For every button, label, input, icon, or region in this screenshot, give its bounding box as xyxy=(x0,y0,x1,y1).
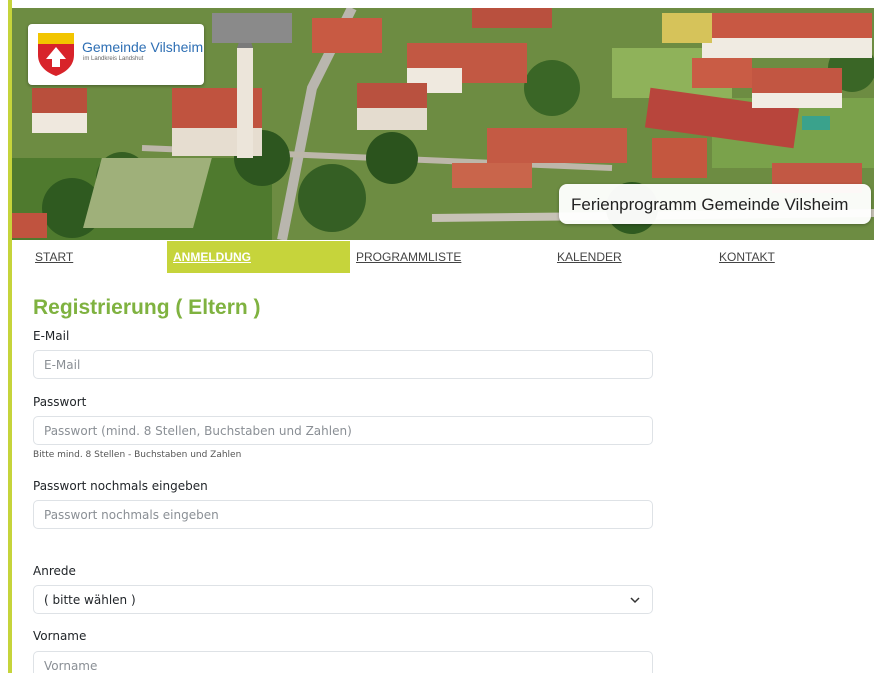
password-repeat-label: Passwort nochmals eingeben xyxy=(33,479,208,493)
firstname-input[interactable] xyxy=(33,651,653,673)
nav-item-start[interactable]: START xyxy=(35,241,73,273)
nav-item-programmliste[interactable]: PROGRAMMLISTE xyxy=(356,241,461,273)
logo-subtitle: im Landkreis Landshut xyxy=(83,56,144,62)
email-label: E-Mail xyxy=(33,329,70,343)
main-navigation: START ANMELDUNG PROGRAMMLISTE KALENDER K… xyxy=(12,241,874,273)
password-hint: Bitte mind. 8 Stellen - Buchstaben und Z… xyxy=(33,450,242,460)
banner-title: Ferienprogramm Gemeinde Vilsheim xyxy=(571,195,849,214)
nav-item-anmeldung[interactable]: ANMELDUNG xyxy=(167,241,350,273)
municipality-logo[interactable]: Gemeinde Vilsheim im Landkreis Landshut xyxy=(28,24,204,85)
chevron-down-icon xyxy=(630,597,640,604)
nav-item-kontakt[interactable]: KONTAKT xyxy=(719,241,775,273)
salutation-select[interactable]: ( bitte wählen ) xyxy=(33,585,653,614)
logo-name: Gemeinde Vilsheim xyxy=(82,39,204,55)
firstname-label: Vorname xyxy=(33,629,87,643)
email-input[interactable] xyxy=(33,350,653,379)
municipal-crest-icon xyxy=(38,33,74,76)
salutation-selected-value: ( bitte wählen ) xyxy=(44,593,136,607)
salutation-label: Anrede xyxy=(33,564,76,578)
password-input[interactable] xyxy=(33,416,653,445)
page-title: Registrierung ( Eltern ) xyxy=(33,296,261,319)
password-label: Passwort xyxy=(33,395,87,409)
password-repeat-input[interactable] xyxy=(33,500,653,529)
banner-title-box: Ferienprogramm Gemeinde Vilsheim xyxy=(559,184,871,224)
nav-item-kalender[interactable]: KALENDER xyxy=(557,241,622,273)
